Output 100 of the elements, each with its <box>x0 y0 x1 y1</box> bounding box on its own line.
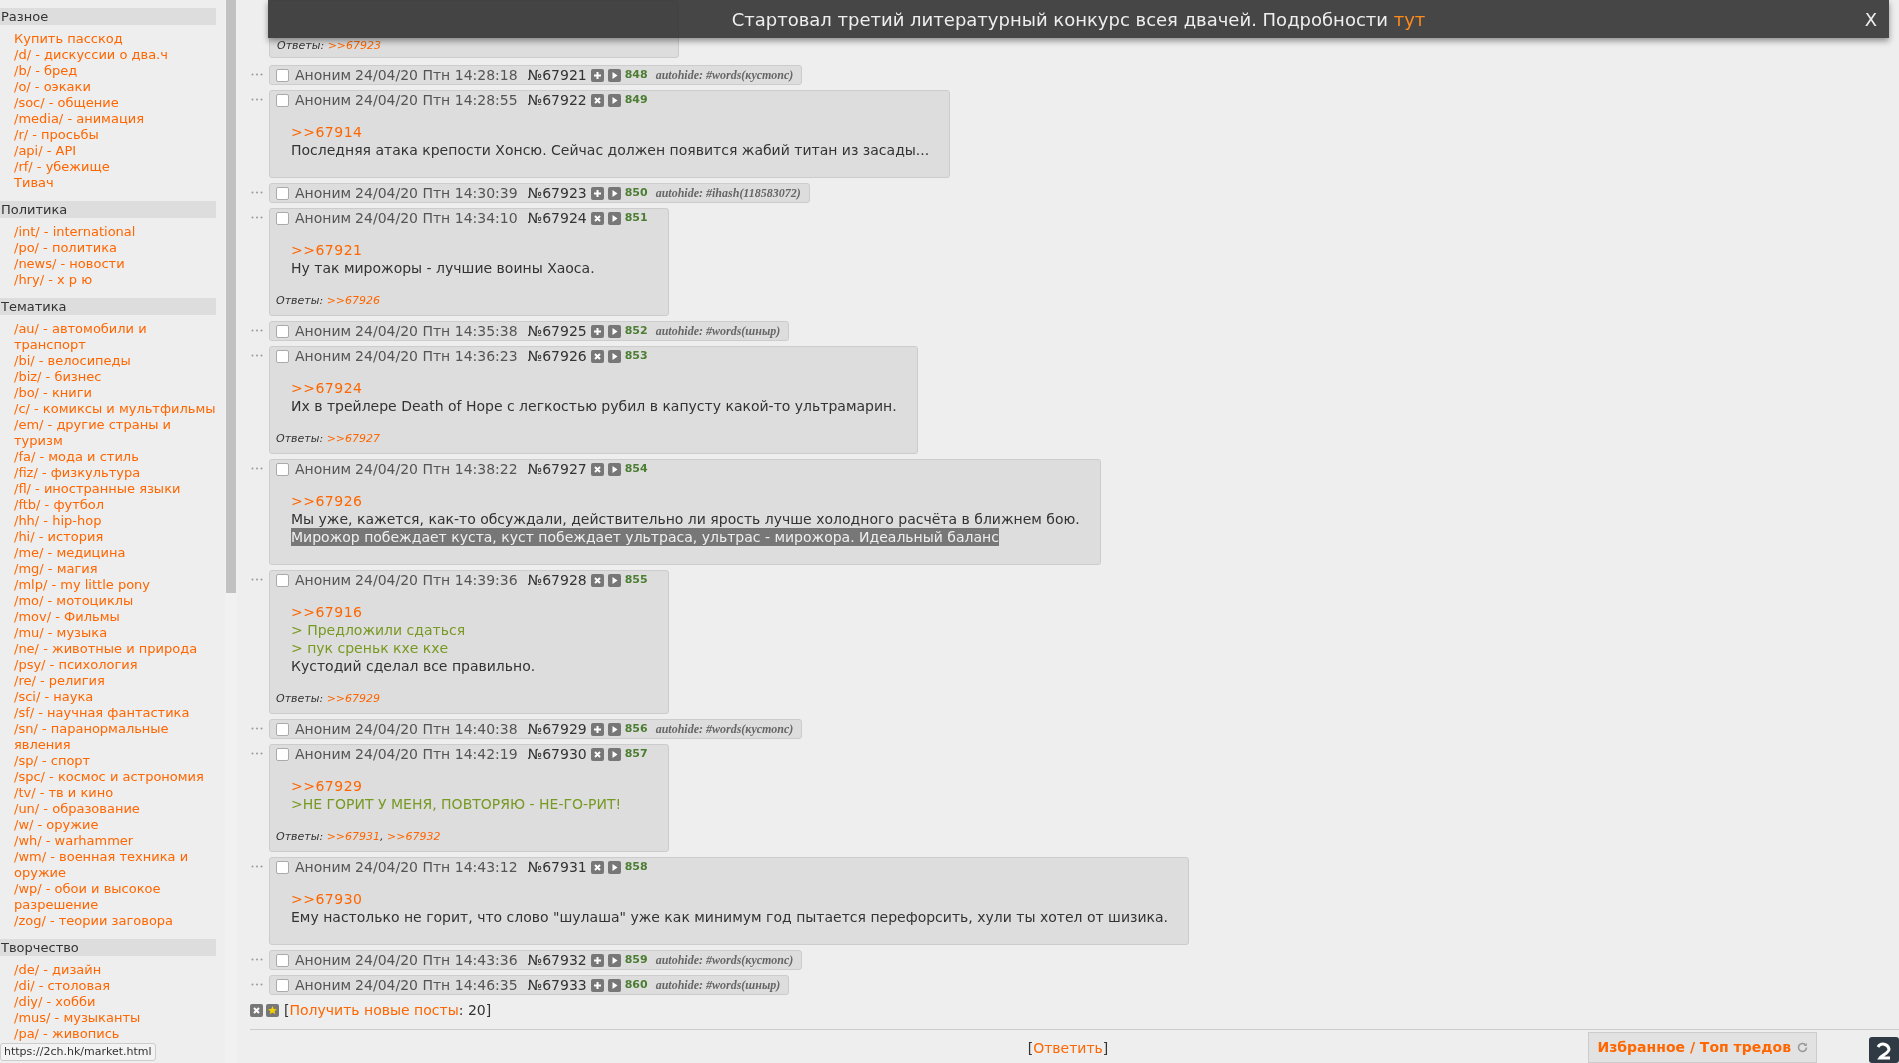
star-icon[interactable] <box>266 1003 279 1017</box>
close-icon[interactable] <box>250 1003 263 1017</box>
sidebar-board-link[interactable]: /tv/ - тв и кино <box>14 785 216 801</box>
post-number-link[interactable]: №67931 <box>527 856 587 878</box>
post-checkbox[interactable] <box>276 722 289 736</box>
sidebar-board-link[interactable]: /em/ - другие страны и туризм <box>14 417 216 449</box>
post-number-link[interactable]: №67932 <box>527 949 587 971</box>
sidebar-board-link[interactable]: /psy/ - психология <box>14 657 216 673</box>
sidebar-board-link[interactable]: /ne/ - животные и природа <box>14 641 216 657</box>
post-number-link[interactable]: №67933 <box>527 974 587 996</box>
post-number-link[interactable]: №67924 <box>527 207 587 229</box>
announcement-link[interactable]: тут <box>1393 8 1426 30</box>
sidebar-board-link[interactable]: /b/ - бред <box>14 63 216 79</box>
play-icon[interactable] <box>607 860 621 874</box>
sidebar-board-link[interactable]: /api/ - API <box>14 143 216 159</box>
close-icon[interactable] <box>590 211 604 225</box>
reply-link[interactable]: >>67927 <box>326 432 381 445</box>
post-number-link[interactable]: №67922 <box>527 89 587 111</box>
close-icon[interactable] <box>590 349 604 363</box>
post-checkbox[interactable] <box>276 978 289 992</box>
close-icon[interactable] <box>590 747 604 761</box>
post-number-link[interactable]: №67929 <box>527 718 587 740</box>
post-number-link[interactable]: №67923 <box>527 182 587 204</box>
play-icon[interactable] <box>607 747 621 761</box>
reply-link[interactable]: >>67926 <box>291 492 1080 510</box>
sidebar-board-link[interactable]: /hi/ - история <box>14 529 216 545</box>
more-icon[interactable] <box>251 983 263 986</box>
sidebar-board-link[interactable]: /c/ - комиксы и мультфильмы <box>14 401 216 417</box>
reply-link[interactable]: >>67930 <box>291 890 1169 908</box>
play-icon[interactable] <box>607 978 621 992</box>
sidebar-board-link[interactable]: /rf/ - убежище <box>14 159 216 175</box>
post-checkbox[interactable] <box>276 324 289 338</box>
sidebar-board-link[interactable]: /un/ - образование <box>14 801 216 817</box>
post-checkbox[interactable] <box>276 462 289 476</box>
sidebar-board-link[interactable]: /soc/ - общение <box>14 95 216 111</box>
close-icon[interactable] <box>590 573 604 587</box>
expand-icon[interactable] <box>590 978 604 992</box>
sidebar-board-link[interactable]: /sp/ - спорт <box>14 753 216 769</box>
sidebar-board-link[interactable]: /zog/ - теории заговора <box>14 913 216 929</box>
reply-link[interactable]: >>67916 <box>291 603 648 621</box>
refresh-icon[interactable] <box>1797 1042 1808 1053</box>
get-new-posts-link[interactable]: Получить новые посты <box>289 1001 459 1018</box>
reply-link[interactable]: >>67929 <box>326 692 381 705</box>
sidebar-board-link[interactable]: /int/ - international <box>14 224 216 240</box>
more-icon[interactable] <box>251 727 263 730</box>
sidebar-board-link[interactable]: /mu/ - музыка <box>14 625 216 641</box>
post-checkbox[interactable] <box>276 68 289 82</box>
sidebar-board-link[interactable]: /fiz/ - физкультура <box>14 465 216 481</box>
more-icon[interactable] <box>251 216 263 219</box>
sidebar-board-link[interactable]: /news/ - новости <box>14 256 216 272</box>
sidebar-board-link[interactable]: /ftb/ - футбол <box>14 497 216 513</box>
more-icon[interactable] <box>251 329 263 332</box>
sidebar-board-link[interactable]: /wh/ - warhammer <box>14 833 216 849</box>
reply-link[interactable]: >>67921 <box>291 241 648 259</box>
sidebar-board-link[interactable]: /fa/ - мода и стиль <box>14 449 216 465</box>
play-icon[interactable] <box>607 573 621 587</box>
sidebar-board-link[interactable]: /mov/ - Фильмы <box>14 609 216 625</box>
favorites-panel[interactable]: Избранное / Топ тредов <box>1588 1032 1817 1063</box>
sidebar-board-link[interactable]: /au/ - автомобили и транспорт <box>14 321 216 353</box>
more-icon[interactable] <box>251 958 263 961</box>
sidebar-board-link[interactable]: /wp/ - обои и высокое разрешение <box>14 881 216 913</box>
play-icon[interactable] <box>607 68 621 82</box>
sidebar-board-link[interactable]: /sf/ - научная фантастика <box>14 705 216 721</box>
sidebar-board-link[interactable]: /diy/ - хобби <box>14 994 216 1010</box>
more-icon[interactable] <box>251 467 263 470</box>
sidebar-board-link[interactable]: /di/ - столовая <box>14 978 216 994</box>
post-checkbox[interactable] <box>276 953 289 967</box>
more-icon[interactable] <box>251 865 263 868</box>
reply-button-link[interactable]: Ответить <box>1033 1040 1103 1056</box>
sidebar-board-link[interactable]: /re/ - религия <box>14 673 216 689</box>
play-icon[interactable] <box>607 324 621 338</box>
sidebar-board-link[interactable]: /fl/ - иностранные языки <box>14 481 216 497</box>
sidebar-board-link[interactable]: /d/ - дискуссии о два.ч <box>14 47 216 63</box>
expand-icon[interactable] <box>590 186 604 200</box>
reply-link[interactable]: >>67924 <box>291 379 897 397</box>
sidebar-board-link[interactable]: /de/ - дизайн <box>14 962 216 978</box>
expand-icon[interactable] <box>590 68 604 82</box>
play-icon[interactable] <box>607 211 621 225</box>
sidebar-board-link[interactable]: /bi/ - велосипеды <box>14 353 216 369</box>
more-icon[interactable] <box>251 578 263 581</box>
sidebar-board-link[interactable]: Купить пасскод <box>14 31 216 47</box>
post-checkbox[interactable] <box>276 186 289 200</box>
sidebar-board-link[interactable]: /bo/ - книги <box>14 385 216 401</box>
sidebar-board-link[interactable]: Тивач <box>14 175 216 191</box>
sidebar-board-link[interactable]: /po/ - политика <box>14 240 216 256</box>
sidebar-board-link[interactable]: /spc/ - космос и астрономия <box>14 769 216 785</box>
reply-link[interactable]: >>67929 <box>291 777 648 795</box>
close-icon[interactable] <box>590 93 604 107</box>
reply-link[interactable]: >>67914 <box>291 123 930 141</box>
sidebar-board-link[interactable]: /me/ - медицина <box>14 545 216 561</box>
post-checkbox[interactable] <box>276 860 289 874</box>
post-number-link[interactable]: №67921 <box>527 64 587 86</box>
more-icon[interactable] <box>251 752 263 755</box>
play-icon[interactable] <box>607 93 621 107</box>
play-icon[interactable] <box>607 186 621 200</box>
post-checkbox[interactable] <box>276 93 289 107</box>
sidebar-board-link[interactable]: /biz/ - бизнес <box>14 369 216 385</box>
sidebar-board-link[interactable]: /media/ - анимация <box>14 111 216 127</box>
post-checkbox[interactable] <box>276 211 289 225</box>
sidebar-board-link[interactable]: /sn/ - паранормальные явления <box>14 721 216 753</box>
